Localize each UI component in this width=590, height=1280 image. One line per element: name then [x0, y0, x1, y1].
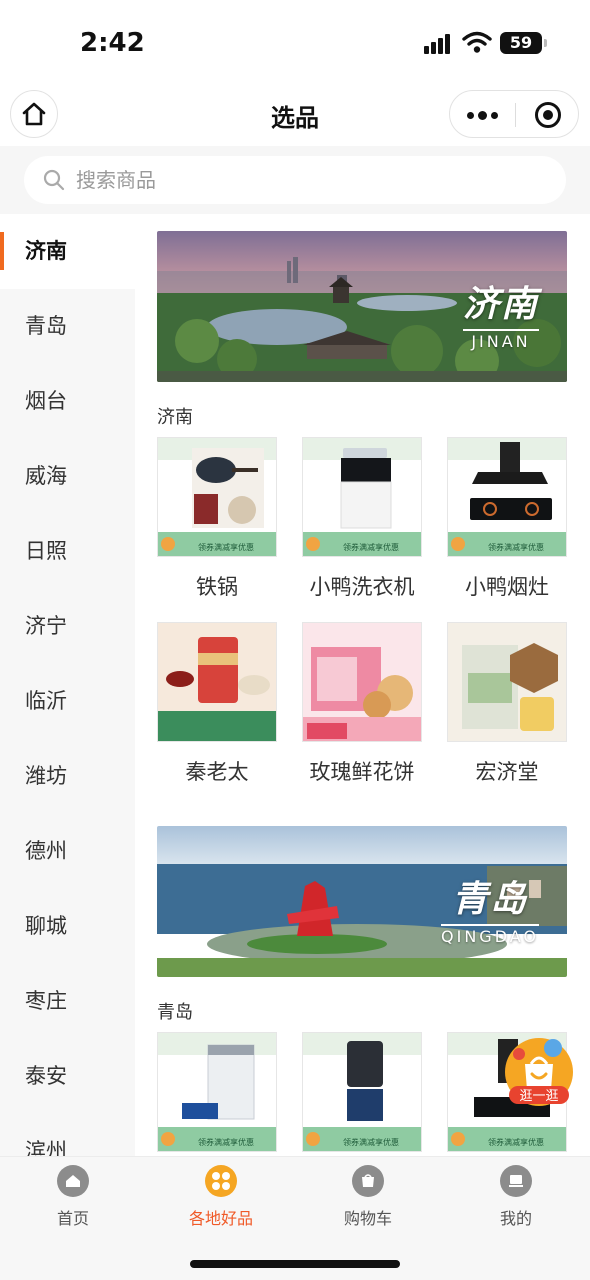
sidebar-item-dezhou[interactable]: 德州	[0, 814, 135, 889]
product-content: 济南 JINAN 济南 领券满减享优惠 铁锅 领券满减享优惠 小鸭洗衣机 领券满…	[135, 214, 590, 1156]
nav-bar: 选品	[0, 82, 590, 146]
product-card[interactable]: 领券满减享优惠 小鸭烟灶	[447, 437, 567, 601]
promo-text: 领券满减享优惠	[198, 542, 254, 552]
product-name: 秦老太	[185, 760, 249, 784]
home-indicator	[190, 1260, 400, 1268]
sidebar-item-weihai[interactable]: 威海	[0, 439, 135, 514]
city-banner-jinan[interactable]: 济南 JINAN	[157, 231, 567, 382]
tab-cart[interactable]: 购物车	[308, 1165, 428, 1229]
sidebar-item-taian[interactable]: 泰安	[0, 1039, 135, 1114]
float-badge-label: 逛一逛	[519, 1089, 558, 1104]
product-name: 宏济堂	[475, 760, 539, 784]
target-icon	[535, 102, 561, 128]
tab-label: 首页	[56, 1209, 89, 1228]
product-image	[302, 622, 422, 742]
sidebar-item-jining[interactable]: 济宁	[0, 589, 135, 664]
product-image: 领券满减享优惠	[302, 1032, 422, 1152]
home-icon	[57, 1165, 89, 1197]
cart-icon	[352, 1165, 384, 1197]
city-banner-qingdao[interactable]: 青岛 QINGDAO	[157, 826, 567, 977]
search-input[interactable]	[76, 156, 546, 204]
product-card[interactable]: 领券满减享优惠	[302, 1032, 422, 1152]
browse-float-button[interactable]: 逛一逛	[503, 1034, 575, 1108]
promo-text: 领券满减享优惠	[343, 542, 399, 552]
sidebar-item-qingdao[interactable]: 青岛	[0, 289, 135, 364]
product-card[interactable]: 领券满减享优惠 铁锅	[157, 437, 277, 601]
close-miniprogram-button[interactable]	[516, 91, 580, 139]
promo-text: 领券满减享优惠	[488, 542, 544, 552]
search-box[interactable]	[24, 156, 566, 204]
mini-program-capsule	[449, 90, 579, 138]
city-section-qingdao: 青岛 QINGDAO 青岛 领券满减享优惠 领券满减享优惠 领券满减享优惠	[157, 826, 567, 1152]
tab-label: 购物车	[343, 1209, 392, 1228]
banner-title-en: JINAN	[462, 329, 539, 351]
shopping-bag-icon: 逛一逛	[505, 1038, 573, 1106]
product-image	[157, 622, 277, 742]
local-goods-icon	[205, 1165, 237, 1197]
tab-local-goods[interactable]: 各地好品	[161, 1165, 281, 1229]
product-image	[447, 622, 567, 742]
profile-icon	[500, 1165, 532, 1197]
status-time: 2:42	[80, 28, 145, 58]
product-name: 小鸭洗衣机	[309, 575, 415, 599]
product-image: 领券满减享优惠	[157, 437, 277, 557]
product-card[interactable]: 宏济堂	[447, 622, 567, 786]
search-bar	[0, 146, 590, 214]
tab-label: 各地好品	[188, 1209, 253, 1228]
tab-profile[interactable]: 我的	[456, 1165, 576, 1229]
product-image: 领券满减享优惠	[157, 1032, 277, 1152]
banner-title-cn: 青岛	[452, 878, 529, 920]
product-name: 玫瑰鲜花饼	[309, 760, 415, 784]
nav-home-button[interactable]	[10, 90, 58, 138]
product-image: 领券满减享优惠	[447, 437, 567, 557]
battery-icon: 59	[500, 32, 547, 54]
banner-title-cn: 济南	[462, 283, 539, 325]
sidebar-item-binzhou[interactable]: 滨州	[0, 1114, 135, 1156]
sidebar-item-jinan[interactable]: 济南	[0, 214, 135, 289]
sidebar-item-zaozhuang[interactable]: 枣庄	[0, 964, 135, 1039]
sidebar-item-yantai[interactable]: 烟台	[0, 364, 135, 439]
product-card[interactable]: 玫瑰鲜花饼	[302, 622, 422, 786]
tab-label: 我的	[499, 1209, 532, 1228]
sidebar-item-linyi[interactable]: 临沂	[0, 664, 135, 739]
city-sidebar: 济南 青岛 烟台 威海 日照 济宁 临沂 潍坊 德州 聊城 枣庄 泰安 滨州	[0, 214, 135, 1156]
promo-text: 领券满减享优惠	[488, 1137, 544, 1147]
home-outline-icon	[22, 102, 46, 126]
product-card[interactable]: 领券满减享优惠 小鸭洗衣机	[302, 437, 422, 601]
section-title: 济南	[157, 407, 193, 428]
product-name: 小鸭烟灶	[465, 575, 549, 599]
product-card[interactable]: 领券满减享优惠	[157, 1032, 277, 1152]
product-image: 领券满减享优惠	[302, 437, 422, 557]
tab-home[interactable]: 首页	[13, 1165, 133, 1229]
sidebar-item-weifang[interactable]: 潍坊	[0, 739, 135, 814]
banner-title-en: QINGDAO	[441, 924, 539, 946]
search-icon	[43, 169, 65, 191]
more-options-button[interactable]	[450, 91, 515, 139]
status-bar: 2:42 59	[0, 0, 590, 80]
promo-text: 领券满减享优惠	[343, 1137, 399, 1147]
promo-text: 领券满减享优惠	[198, 1137, 254, 1147]
sidebar-item-rizhao[interactable]: 日照	[0, 514, 135, 589]
signal-icon	[424, 32, 454, 54]
product-card[interactable]: 秦老太	[157, 622, 277, 786]
city-section-jinan: 济南 JINAN 济南 领券满减享优惠 铁锅 领券满减享优惠 小鸭洗衣机 领券满…	[157, 231, 567, 784]
wifi-icon	[462, 30, 492, 54]
section-title: 青岛	[157, 1002, 193, 1023]
product-name: 铁锅	[196, 575, 238, 599]
sidebar-item-liaocheng[interactable]: 聊城	[0, 889, 135, 964]
